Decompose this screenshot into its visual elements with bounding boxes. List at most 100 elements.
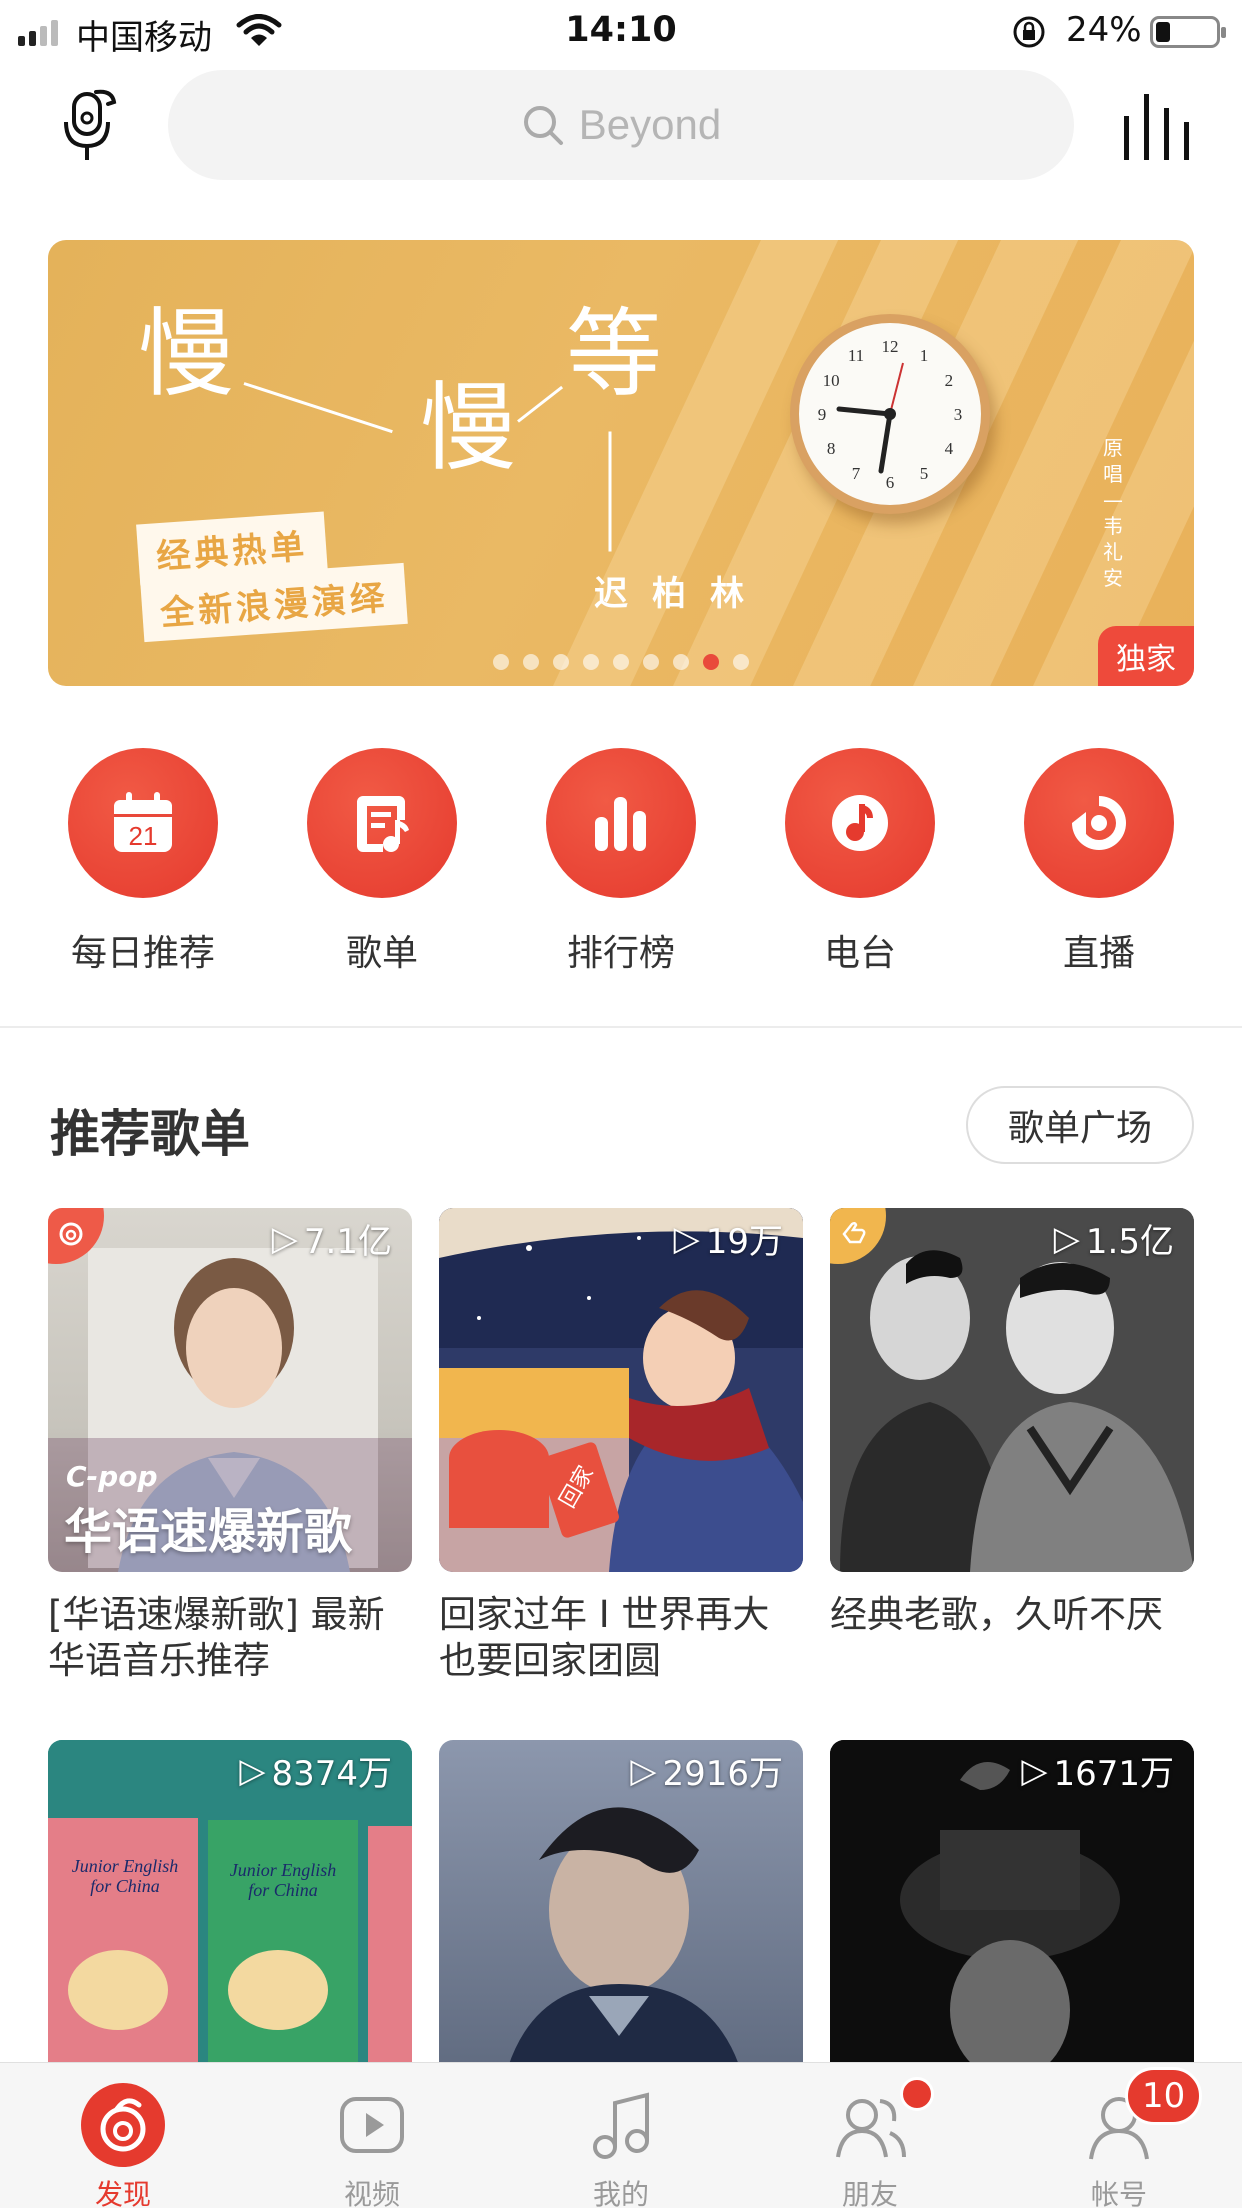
playlist-button[interactable]: 歌单: [282, 748, 482, 976]
clock-numeral: 12: [882, 337, 899, 356]
pagination-dot[interactable]: [523, 654, 539, 670]
pagination-dot[interactable]: [673, 654, 689, 670]
tab-account[interactable]: 10 帐号: [1019, 2063, 1219, 2208]
tab-discover[interactable]: 发现: [23, 2063, 223, 2208]
exclusive-badge: 独家: [1098, 626, 1194, 686]
charts-button[interactable]: 排行榜: [521, 748, 721, 976]
play-count-text: 19万: [705, 1222, 783, 1262]
equalizer-icon[interactable]: [1122, 94, 1192, 160]
quick-entries: 21 每日推荐 歌单 排行榜 电台 直播: [0, 748, 1242, 978]
banner-pagination[interactable]: [48, 654, 1194, 670]
play-count: ▷ 1.5亿: [1054, 1214, 1174, 1263]
clock-numeral: 11: [848, 346, 864, 365]
clock-time: 14:10: [565, 10, 677, 50]
banner-headline-char: 慢: [420, 372, 516, 484]
banner-headline-char: 慢: [138, 298, 234, 410]
pagination-dot[interactable]: [613, 654, 629, 670]
cover-overlay-small: C-pop: [66, 1460, 158, 1493]
netease-logo-icon: [59, 1222, 83, 1246]
daily-recommend-button[interactable]: 21 每日推荐: [43, 748, 243, 976]
clock-numeral: 6: [886, 473, 895, 492]
pagination-dot[interactable]: [703, 654, 719, 670]
play-count: ▷ 1671万: [1021, 1746, 1174, 1795]
clock-numeral: 9: [818, 405, 827, 424]
playlist-card[interactable]: Junior English for China Junior English …: [48, 1740, 412, 2104]
tab-video[interactable]: 视频: [272, 2063, 472, 2208]
playlist-title: 回家过年 I 世界再大也要回家团圆: [439, 1593, 770, 1682]
play-count-text: 8374万: [271, 1754, 392, 1794]
notification-badge: 10: [1125, 2067, 1203, 2125]
tab-mine[interactable]: 我的: [521, 2063, 721, 2208]
play-icon: ▷: [1053, 1218, 1080, 1259]
book-title: Junior English for China: [229, 1860, 337, 1900]
battery-percent: 24%: [1066, 10, 1142, 50]
pagination-dot[interactable]: [733, 654, 749, 670]
play-count: ▷ 2916万: [630, 1746, 783, 1795]
playlist-card[interactable]: ▷ 1.5亿 经典老歌，久听不厌: [830, 1208, 1194, 1638]
clock-numeral: 5: [920, 464, 929, 483]
quick-label: 歌单: [345, 933, 418, 974]
playlist-cover: ▷ 1671万: [830, 1740, 1194, 2104]
clock-numeral: 3: [954, 405, 963, 424]
playlist-cover: ▷ 1.5亿: [830, 1208, 1194, 1572]
playlist-square-button[interactable]: 歌单广场: [966, 1086, 1194, 1164]
tab-label: 帐号: [1090, 2178, 1147, 2208]
tab-bar: 发现 视频 我的 朋友 10 帐号: [0, 2062, 1242, 2208]
quick-label: 排行榜: [566, 933, 675, 974]
banner-line: [517, 385, 564, 423]
notification-dot: [900, 2077, 934, 2111]
status-bar: 中国移动 14:10 24%: [0, 0, 1242, 62]
play-count-text: 2916万: [662, 1754, 783, 1794]
tab-friends[interactable]: 朋友: [770, 2063, 970, 2208]
playlist-title: 经典老歌，久听不厌: [830, 1593, 1163, 1636]
playlist-cover: Junior English for China Junior English …: [48, 1740, 412, 2104]
playlist-icon: [357, 796, 409, 852]
clock-numeral: 8: [827, 439, 836, 458]
banner-artist: 迟柏林: [594, 574, 768, 614]
banner-line: [243, 382, 393, 434]
play-icon: ▷: [271, 1218, 298, 1259]
playlist-cover: ▷ 19万 回家: [439, 1208, 803, 1572]
clock-numeral: 4: [945, 439, 954, 458]
netease-logo-icon: [81, 2083, 165, 2167]
playlist-title: [华语速爆新歌] 最新华语音乐推荐: [48, 1593, 385, 1682]
playlist-card[interactable]: ▷ 7.1亿 C-pop 华语速爆新歌 [华语速爆新歌] 最新华语音乐推荐: [48, 1208, 412, 1684]
pagination-dot[interactable]: [553, 654, 569, 670]
hand-icon: [842, 1221, 866, 1244]
playlist-cover: ▷ 2916万: [439, 1740, 803, 2104]
video-play-icon: [340, 2097, 404, 2153]
clock-numeral: 10: [823, 371, 840, 390]
banner-line: [608, 431, 612, 552]
calendar-icon: 21: [114, 792, 172, 852]
playlist-card[interactable]: ▷ 1671万: [830, 1740, 1194, 2104]
play-count-text: 7.1亿: [303, 1222, 392, 1262]
playlist-cover: ▷ 7.1亿 C-pop 华语速爆新歌: [48, 1208, 412, 1572]
radio-button[interactable]: 电台: [760, 748, 960, 976]
play-icon: ▷: [239, 1750, 266, 1791]
chart-bars-icon: [595, 797, 646, 851]
clock-numeral: 7: [852, 464, 861, 483]
tab-label: 发现: [94, 2178, 151, 2208]
tab-label: 朋友: [841, 2178, 898, 2208]
play-count: ▷ 8374万: [239, 1746, 392, 1795]
promo-banner[interactable]: 慢 慢 等 经典热单 全新浪漫演绎 迟柏林 原唱—韦礼安 11 10 9 8 7 6 5 4 3…: [48, 240, 1194, 686]
clock-numeral: 1: [920, 346, 929, 365]
rotation-lock-icon: [1013, 16, 1045, 48]
search-input[interactable]: Beyond: [168, 70, 1074, 180]
play-icon: ▷: [630, 1750, 657, 1791]
quick-label: 每日推荐: [70, 933, 215, 974]
pagination-dot[interactable]: [583, 654, 599, 670]
clock-numeral: 2: [945, 371, 954, 390]
playlist-card[interactable]: ▷ 19万 回家 回家过年 I 世界再大也要回家团圆: [439, 1208, 803, 1684]
play-icon: ▷: [1021, 1750, 1048, 1791]
banner-original-note: 原唱—韦礼安: [1103, 436, 1123, 590]
microphone-icon[interactable]: [60, 88, 120, 164]
music-note-icon: [593, 2092, 649, 2159]
cover-overlay-big: 华语速爆新歌: [64, 1504, 353, 1560]
pagination-dot[interactable]: [643, 654, 659, 670]
playlist-card[interactable]: ▷ 2916万: [439, 1740, 803, 2104]
battery-icon: [1150, 16, 1226, 48]
live-button[interactable]: 直播: [999, 748, 1199, 976]
pagination-dot[interactable]: [493, 654, 509, 670]
play-icon: ▷: [673, 1218, 700, 1259]
